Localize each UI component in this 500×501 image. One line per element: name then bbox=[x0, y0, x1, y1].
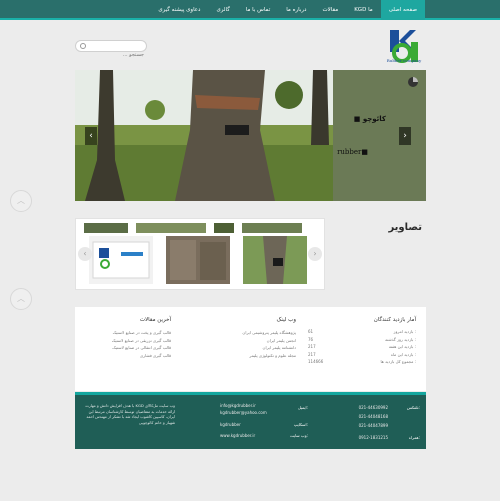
scroll-up-button-2[interactable]: ︿ bbox=[10, 288, 32, 310]
slide-title: ■ کائوچو bbox=[353, 115, 386, 123]
nav-item-claims[interactable]: دعاوی پیشنه گیری bbox=[150, 0, 208, 20]
phone-label: تلفکس: bbox=[406, 405, 420, 410]
stat-value: 217 bbox=[308, 344, 316, 349]
slider-caption-panel: ■ کائوچو rubber■ bbox=[333, 70, 426, 201]
articles-title: آخرین مقالات bbox=[139, 317, 171, 323]
article-item[interactable]: قالب گیری فشاری bbox=[79, 352, 171, 360]
visitor-stats: آمار بازدید کنندگان بازدید امروز : 61 با… bbox=[308, 317, 416, 367]
stat-label: بازدید این هفته : bbox=[388, 344, 416, 349]
skype-label: اسکایپ: bbox=[293, 422, 308, 427]
website-label: وب سایت: bbox=[290, 433, 308, 438]
slider-prev-button[interactable]: ‹ bbox=[85, 127, 97, 145]
phone-number: 021-44630992 bbox=[358, 405, 388, 410]
image-gallery: ‹ › bbox=[75, 218, 325, 290]
email-link[interactable]: info@kgdrubber.ir bbox=[220, 403, 256, 408]
weblink-item[interactable]: پژوهشگاه پلیمر پتروشیمی ایران bbox=[201, 329, 296, 337]
article-item[interactable]: قالب گیری انتقالی در صنایع لاستیک bbox=[79, 344, 171, 352]
slider-image bbox=[75, 70, 333, 201]
article-item[interactable]: قالب گیری تزریقی در صنایع لاستیک bbox=[79, 337, 171, 345]
skype-id[interactable]: kgdrubber bbox=[220, 422, 241, 427]
stat-row: بازدید روز گذشته : 76 bbox=[308, 337, 416, 345]
stat-row: مجموع کل بازدید ها : 114666 bbox=[308, 359, 416, 367]
search-input[interactable] bbox=[88, 50, 148, 60]
stat-value: 217 bbox=[308, 351, 316, 357]
phone-number: 021-44047899 bbox=[358, 423, 388, 428]
stat-label: بازدید این ماه : bbox=[390, 351, 416, 357]
scroll-up-button[interactable]: ︿ bbox=[10, 190, 32, 212]
stats-title: آمار بازدید کنندگان bbox=[373, 317, 416, 323]
weblink-item[interactable]: انجمن پلیمر ایران bbox=[201, 337, 296, 345]
gallery-prev-button[interactable]: ‹ bbox=[78, 247, 92, 261]
gallery-next-button[interactable]: › bbox=[308, 247, 322, 261]
nav-item-gallery[interactable]: گالری bbox=[209, 0, 238, 20]
weblinks-title: وب لینک bbox=[276, 317, 297, 323]
stat-label: مجموع کل بازدید ها : bbox=[380, 359, 416, 364]
gallery-thumb-tree[interactable] bbox=[243, 236, 307, 284]
gallery-thumb-stack[interactable] bbox=[166, 236, 230, 284]
stat-value: 61 bbox=[308, 329, 314, 334]
pause-timer-icon[interactable] bbox=[408, 77, 418, 87]
nav-item-home[interactable]: صفحه اصلی bbox=[380, 0, 425, 20]
search-box[interactable] bbox=[75, 40, 148, 60]
stat-value: 76 bbox=[308, 336, 314, 342]
stat-row: بازدید امروز : 61 bbox=[308, 329, 416, 337]
nav-item-kgd[interactable]: KGD ما bbox=[346, 0, 380, 20]
mobile-number: 0912-1831215 bbox=[358, 435, 388, 440]
slide-subtitle: rubber■ bbox=[337, 148, 368, 156]
articles-column: آخرین مقالات قالب گیری و پخت در صنایع لا… bbox=[79, 317, 171, 359]
slider-next-button[interactable]: › bbox=[399, 127, 411, 145]
stat-row: بازدید این هفته : 217 bbox=[308, 344, 416, 352]
gallery-strip-image[interactable] bbox=[84, 223, 128, 233]
contact-footer: تلفکس: 021-44630992 021-44048168 021-440… bbox=[75, 395, 426, 449]
email-label: ایمیل: bbox=[297, 405, 308, 410]
gallery-strip-image[interactable] bbox=[242, 223, 302, 233]
logo-caption: Rubber company bbox=[386, 58, 422, 63]
gallery-heading: تصاویر bbox=[388, 222, 422, 233]
weblinks-column: وب لینک پژوهشگاه پلیمر پتروشیمی ایران ان… bbox=[201, 317, 296, 359]
mobile-label: همراه: bbox=[408, 435, 420, 440]
nav-item-contact[interactable]: تماس با ما bbox=[238, 0, 278, 20]
stat-label: بازدید روز گذشته : bbox=[385, 336, 416, 342]
weblink-item[interactable]: دانشنامه پلیمر ایران bbox=[201, 344, 296, 352]
website-link[interactable]: www.kgdrubber.ir bbox=[220, 433, 255, 438]
gallery-strip-image[interactable] bbox=[136, 223, 206, 233]
hero-slider: ■ کائوچو rubber■ ‹ › bbox=[75, 70, 426, 201]
gallery-thumb-box[interactable] bbox=[89, 236, 153, 284]
top-nav-bar: صفحه اصلی KGD ما مقالات درباره ما تماس ب… bbox=[0, 0, 500, 20]
stat-label: بازدید امروز : bbox=[393, 329, 416, 334]
main-nav: صفحه اصلی KGD ما مقالات درباره ما تماس ب… bbox=[150, 0, 425, 20]
weblink-item[interactable]: مجله علوم و تکنولوژی پلیمر bbox=[201, 352, 296, 360]
email-link[interactable]: kgdrubber@yahoo.com bbox=[220, 410, 267, 415]
nav-item-articles[interactable]: مقالات bbox=[314, 0, 346, 20]
about-text: وب سایت مل‌کالای KGD با هدف افزایش دانش … bbox=[85, 403, 175, 425]
stat-row: بازدید این ماه : 217 bbox=[308, 352, 416, 360]
nav-item-about[interactable]: درباره ما bbox=[278, 0, 314, 20]
footer-widgets: آمار بازدید کنندگان بازدید امروز : 61 با… bbox=[75, 307, 426, 391]
stat-value: 114666 bbox=[308, 359, 324, 364]
search-icon[interactable] bbox=[80, 43, 86, 49]
phone-number: 021-44048168 bbox=[358, 414, 388, 419]
article-item[interactable]: قالب گیری و پخت در صنایع لاستیک bbox=[79, 329, 171, 337]
gallery-strip-image[interactable] bbox=[214, 223, 234, 233]
